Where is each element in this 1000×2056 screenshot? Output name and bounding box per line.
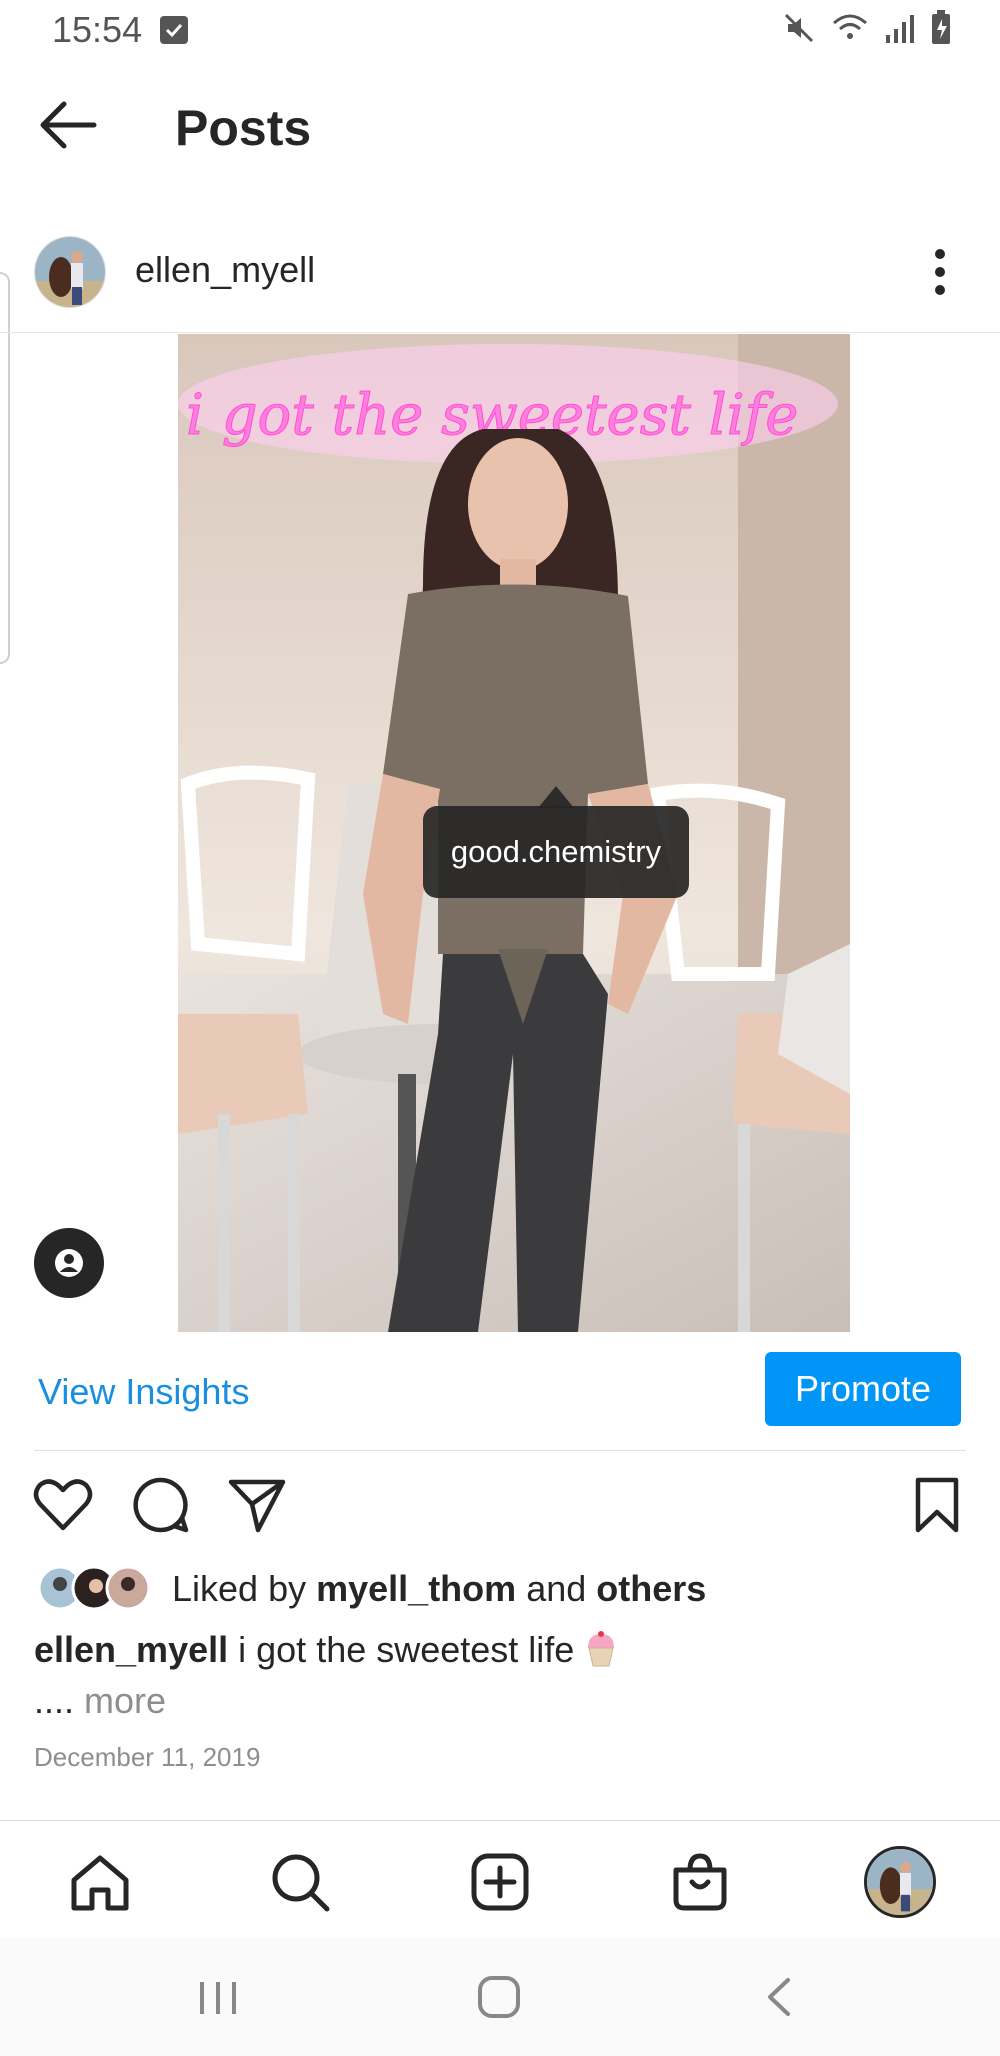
notification-check-icon [160,16,188,44]
promote-button[interactable]: Promote [765,1352,961,1426]
nav-search[interactable] [268,1850,332,1914]
back-system-icon[interactable] [760,1974,800,2020]
share-button[interactable] [226,1474,288,1536]
add-post-icon [471,1853,529,1911]
shop-icon [673,1853,727,1911]
divider [0,1820,1000,1821]
nav-shop[interactable] [668,1850,732,1914]
nav-profile-avatar[interactable] [864,1846,936,1918]
comment-icon [133,1477,189,1533]
home-system-icon[interactable] [476,1974,522,2020]
liked-by-and: and [526,1568,587,1609]
liked-by-text[interactable]: Liked by myell_thom and others [172,1566,706,1612]
user-tag-icon [55,1249,83,1277]
nav-home[interactable] [68,1850,132,1914]
back-arrow-icon [40,101,97,149]
caption-username[interactable]: ellen_myell [34,1629,228,1670]
post-date: December 11, 2019 [34,1742,261,1772]
more-caption[interactable]: .... more [34,1678,166,1724]
more-vertical-icon [935,249,945,295]
back-button[interactable] [34,90,104,160]
liked-by-others[interactable]: others [596,1568,706,1609]
post-options-button[interactable] [920,232,960,312]
edge-panel-handle[interactable] [0,272,10,664]
caption-text: i got the sweetest life [238,1629,575,1670]
more-ellipsis: .... [34,1680,75,1721]
wifi-icon [833,14,867,39]
post-caption: ellen_myell i got the sweetest life [34,1626,618,1674]
search-icon [272,1854,330,1912]
user-tags-button[interactable] [34,1228,104,1298]
bookmark-icon [915,1477,959,1533]
save-button[interactable] [906,1474,968,1536]
system-navigation-bar [0,1938,1000,2056]
cupcake-emoji-icon [588,1631,615,1667]
divider [0,332,1000,333]
liker-avatars[interactable] [36,1564,156,1612]
liked-by-user[interactable]: myell_thom [316,1568,516,1609]
tag-pointer [538,786,574,808]
liked-by-prefix: Liked by [172,1568,307,1609]
share-icon [228,1479,286,1533]
product-tag[interactable]: good.chemistry [423,806,689,898]
post-author-avatar[interactable] [34,236,106,308]
status-icons [782,10,952,46]
post-username[interactable]: ellen_myell [135,246,315,294]
recent-apps-icon[interactable] [196,1978,240,2018]
mute-icon [784,13,814,43]
more-link[interactable]: more [84,1680,166,1721]
status-time: 15:54 [52,9,143,50]
page-title: Posts [175,100,312,156]
view-insights-link[interactable]: View Insights [38,1368,249,1416]
comment-button[interactable] [130,1474,192,1536]
signal-icon [886,15,914,43]
heart-icon [33,1479,93,1531]
divider [34,1450,966,1451]
battery-icon [932,10,950,44]
like-button[interactable] [32,1474,94,1536]
home-icon [71,1855,129,1911]
nav-create[interactable] [468,1850,532,1914]
